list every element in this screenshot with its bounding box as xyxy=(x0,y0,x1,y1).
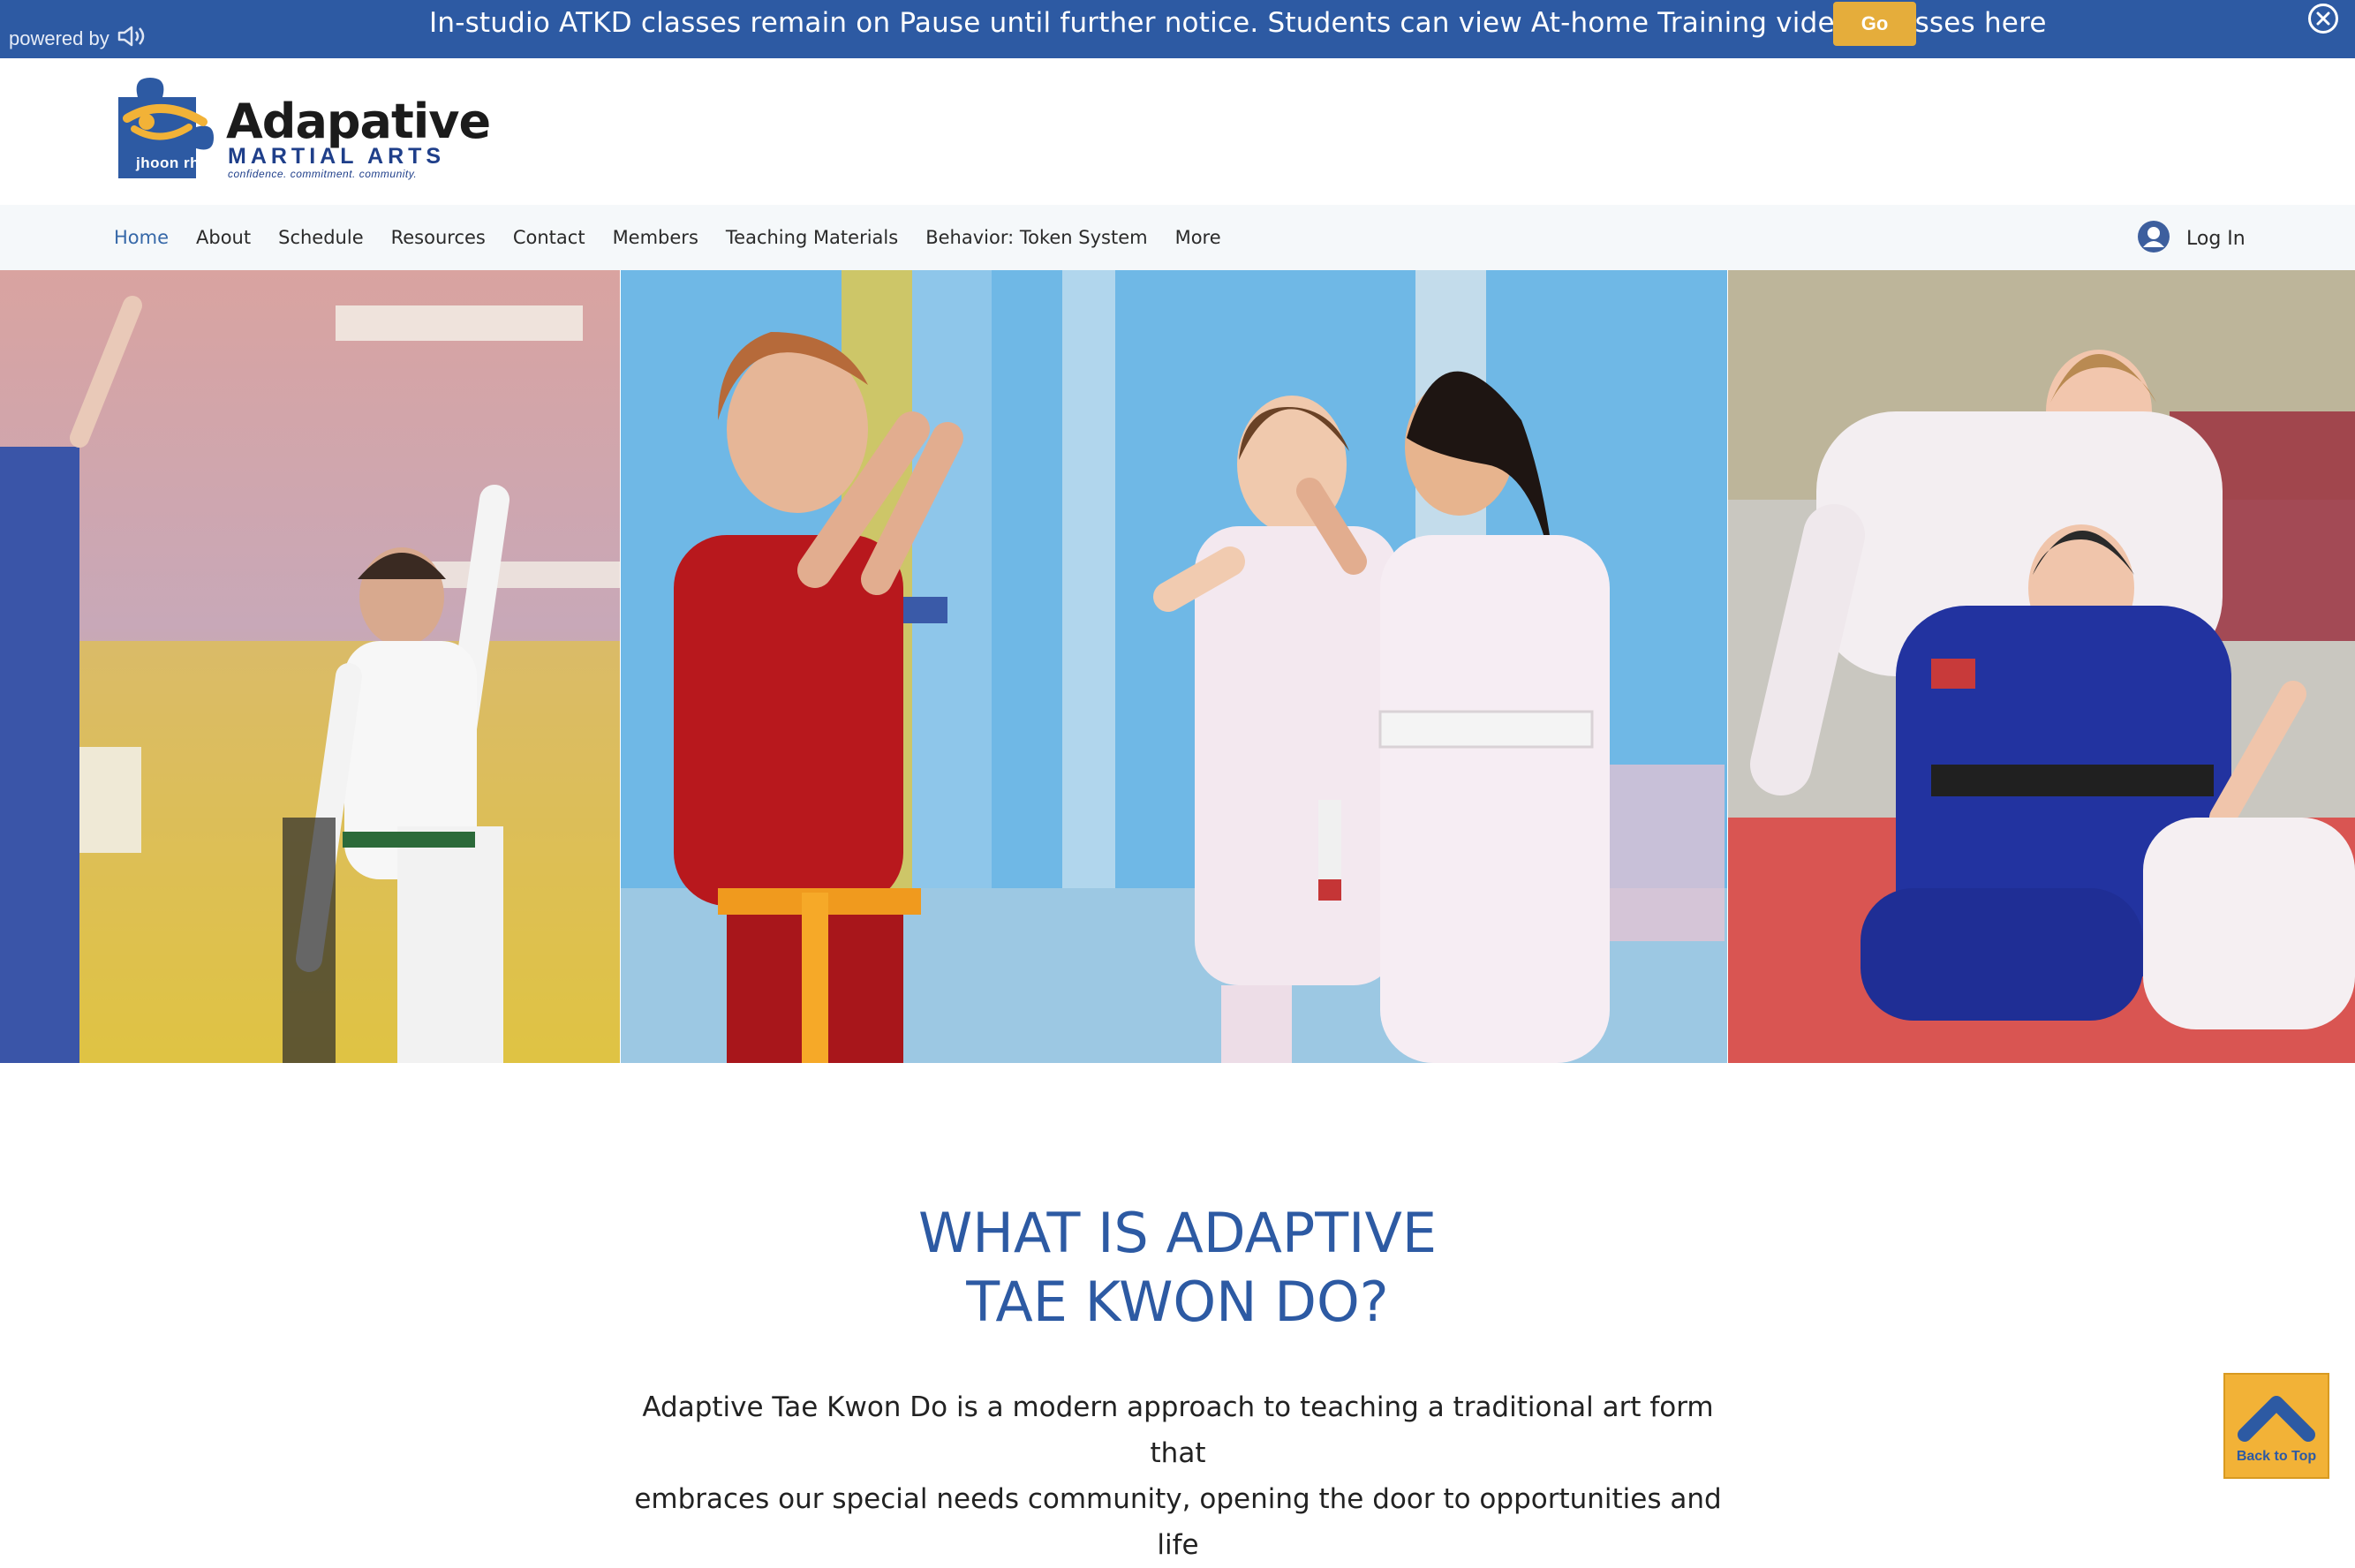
announcement-banner: powered by In-studio ATKD classes remain… xyxy=(0,0,2355,58)
page-headline: WHAT IS ADAPTIVE TAE KWON DO? xyxy=(0,1199,2355,1337)
back-to-top-button[interactable]: Back to Top xyxy=(2223,1373,2329,1479)
speaker-icon xyxy=(117,25,148,53)
hero-gallery xyxy=(0,270,2355,1063)
headline-line-1: WHAT IS ADAPTIVE xyxy=(917,1201,1438,1265)
chevron-up-icon xyxy=(2238,1396,2315,1442)
nav-item-more[interactable]: More xyxy=(1175,227,1221,248)
nav-item-members[interactable]: Members xyxy=(613,227,698,248)
hero-photo-left xyxy=(0,270,620,1063)
site-logo[interactable]: jhoon rhee Adapative MARTIAL ARTS confid… xyxy=(111,67,491,182)
hero-photo-right xyxy=(1728,270,2355,1063)
logo-wordmark: Adapative xyxy=(226,94,491,149)
intro-paragraph: Adaptive Tae Kwon Do is a modern approac… xyxy=(634,1384,1722,1568)
login-label: Log In xyxy=(2186,228,2246,250)
go-button[interactable]: Go xyxy=(1833,2,1916,46)
intro-line-1: Adaptive Tae Kwon Do is a modern approac… xyxy=(642,1391,1714,1469)
login-button[interactable]: Log In xyxy=(2137,220,2246,258)
powered-by-label: powered by xyxy=(9,27,109,49)
nav-items: Home About Schedule Resources Contact Me… xyxy=(114,205,1249,270)
announcement-message[interactable]: In-studio ATKD classes remain on Pause u… xyxy=(429,7,2047,39)
logo-subtitle: MARTIAL ARTS xyxy=(228,144,446,169)
logo-badge-text: jhoon rhee xyxy=(136,155,217,171)
nav-item-schedule[interactable]: Schedule xyxy=(278,227,364,248)
headline-line-2: TAE KWON DO? xyxy=(966,1270,1389,1334)
nav-item-teaching-materials[interactable]: Teaching Materials xyxy=(726,227,898,248)
nav-item-contact[interactable]: Contact xyxy=(513,227,585,248)
nav-item-behavior-token-system[interactable]: Behavior: Token System xyxy=(925,227,1147,248)
powered-by[interactable]: powered by xyxy=(9,25,148,53)
nav-item-resources[interactable]: Resources xyxy=(391,227,486,248)
nav-item-about[interactable]: About xyxy=(196,227,251,248)
logo-tagline: confidence. commitment. community. xyxy=(228,168,418,180)
intro-line-2: embraces our special needs community, op… xyxy=(634,1483,1722,1561)
nav-item-home[interactable]: Home xyxy=(114,227,169,248)
main-nav: Home About Schedule Resources Contact Me… xyxy=(0,205,2355,270)
close-circle-icon[interactable] xyxy=(2308,4,2338,34)
hero-photo-center xyxy=(621,270,1727,1063)
user-avatar-icon xyxy=(2137,220,2170,258)
back-to-top-label: Back to Top xyxy=(2236,1449,2317,1464)
